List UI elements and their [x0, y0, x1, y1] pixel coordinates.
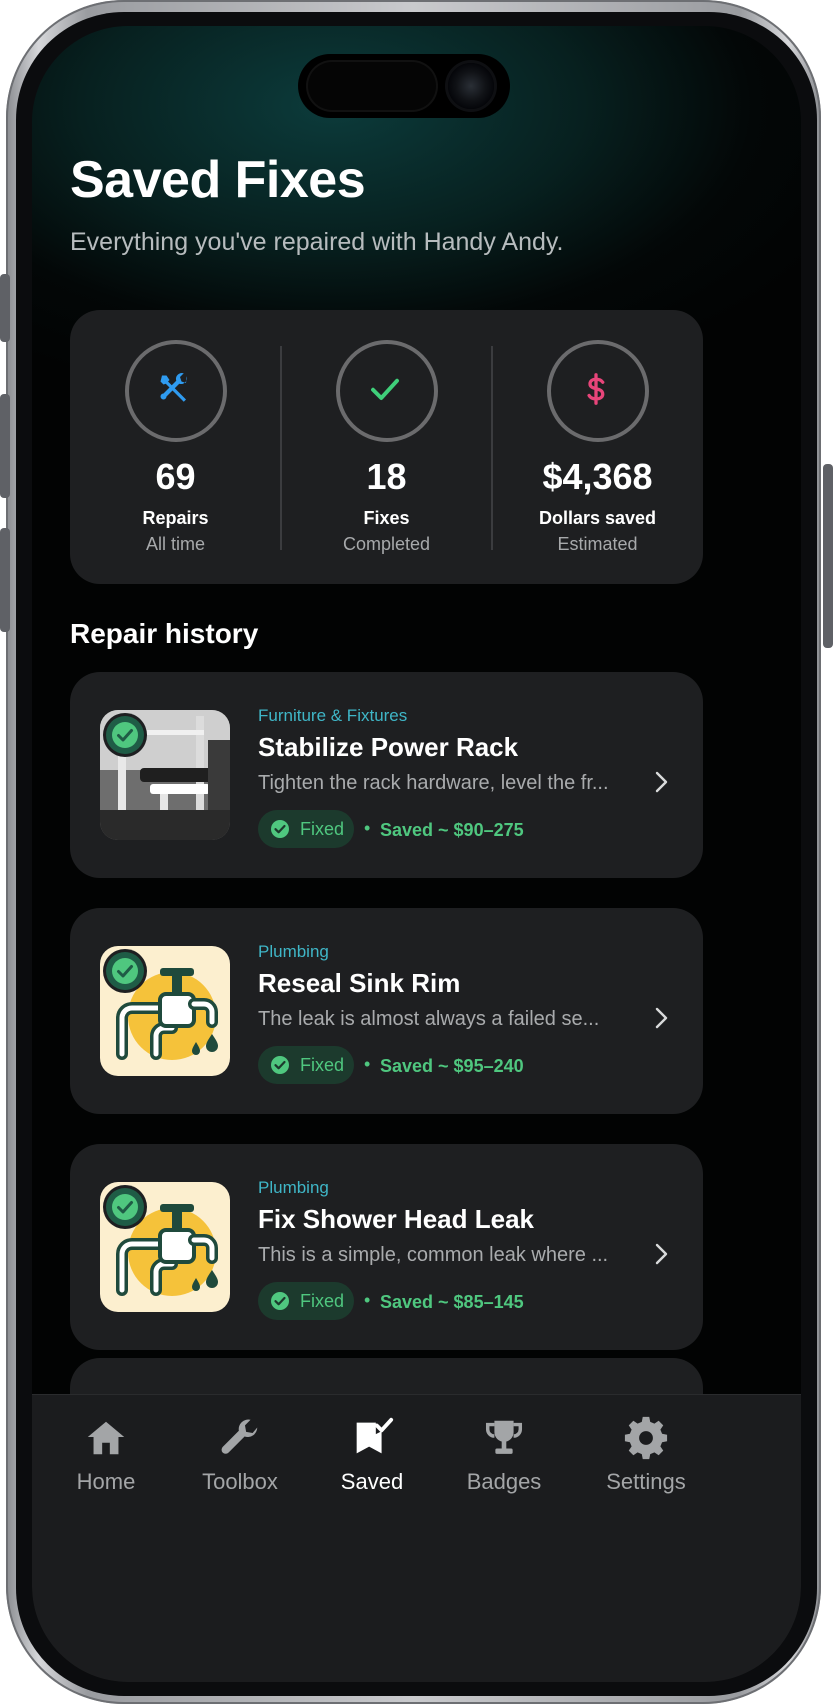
check-circle-icon: [112, 722, 138, 748]
stat-ring: [336, 340, 438, 442]
check-icon: [371, 378, 399, 400]
tab-badges[interactable]: Badges: [434, 1415, 574, 1495]
wrench-icon: [221, 1419, 258, 1454]
repair-description: The leak is almost always a failed se...: [258, 1008, 600, 1030]
sensor-pill: [308, 62, 436, 110]
volume-down-button: [0, 528, 10, 632]
page-subtitle: Everything you've repaired with Handy An…: [70, 228, 564, 256]
stat-fixes: 18 Fixes Completed: [281, 310, 492, 584]
tab-settings[interactable]: Settings: [576, 1415, 716, 1495]
stat-repairs: 69 Repairs All time: [70, 310, 281, 584]
stat-ring: [125, 340, 227, 442]
repair-card[interactable]: Furniture & Fixtures Stabilize Power Rac…: [70, 672, 703, 878]
stats-card: 69 Repairs All time 18 Fixes Completed $…: [70, 310, 703, 584]
status-text: Fixed: [300, 1291, 345, 1311]
status-badge: Fixed: [258, 1282, 354, 1320]
chevron-right-icon[interactable]: [654, 1242, 670, 1266]
repair-card[interactable]: Plumbing Reseal Sink Rim The leak is alm…: [70, 908, 703, 1114]
tab-label: Settings: [606, 1469, 686, 1494]
repair-category: Plumbing: [258, 942, 329, 961]
tab-label: Toolbox: [202, 1469, 278, 1494]
stat-sublabel: Completed: [342, 534, 431, 554]
separator-dot: •: [364, 1290, 371, 1310]
stat-label: Fixes: [363, 508, 410, 528]
status-text: Fixed: [300, 1055, 345, 1075]
repair-card[interactable]: Plumbing Fix Shower Head Leak This is a …: [70, 1144, 703, 1350]
status-badge: Fixed: [258, 810, 354, 848]
repair-title: Stabilize Power Rack: [258, 732, 519, 762]
tab-label: Badges: [466, 1469, 542, 1494]
tab-toolbox[interactable]: Toolbox: [170, 1415, 310, 1495]
screen: Saved Fixes Everything you've repaired w…: [32, 26, 801, 1682]
status-badge: Fixed: [258, 1046, 354, 1084]
chevron-right-icon[interactable]: [654, 770, 670, 794]
stat-value: 69: [155, 456, 196, 497]
separator-dot: •: [364, 818, 371, 838]
stat-label: Repairs: [142, 508, 209, 528]
saved-flag-icon: [356, 1417, 394, 1454]
saved-amount: Saved ~ $90–275: [380, 820, 524, 840]
tab-saved[interactable]: Saved: [302, 1415, 442, 1495]
section-title: Repair history: [70, 618, 259, 649]
saved-amount: Saved ~ $85–145: [380, 1292, 524, 1312]
check-circle-icon: [271, 820, 289, 838]
stat-value: 18: [366, 456, 407, 497]
volume-up-button: [0, 394, 10, 498]
tab-home[interactable]: Home: [36, 1415, 176, 1495]
tab-label: Saved: [340, 1469, 404, 1494]
stat-value: $4,368: [542, 456, 653, 497]
page-title: Saved Fixes: [70, 151, 366, 209]
check-circle-icon: [271, 1292, 289, 1310]
separator-dot: •: [364, 1054, 371, 1074]
repair-category: Plumbing: [258, 1178, 329, 1197]
status-text: Fixed: [300, 819, 345, 839]
chevron-right-icon[interactable]: [654, 1006, 670, 1030]
check-circle-icon: [112, 958, 138, 984]
action-button: [0, 274, 10, 342]
stat-label: Dollars saved: [538, 508, 657, 528]
home-icon: [87, 1421, 125, 1455]
stat-sublabel: Estimated: [557, 534, 638, 554]
fixed-check-badge: [106, 952, 144, 990]
stat-ring: [547, 340, 649, 442]
trophy-icon: [485, 1420, 523, 1454]
power-button: [823, 464, 833, 648]
repair-title: Reseal Sink Rim: [258, 968, 461, 998]
repair-description: This is a simple, common leak where ...: [258, 1244, 609, 1266]
stat-dollars-saved: $4,368 Dollars saved Estimated: [492, 310, 703, 584]
tab-label: Home: [76, 1469, 136, 1494]
saved-amount: Saved ~ $95–240: [380, 1056, 524, 1076]
check-circle-icon: [271, 1056, 289, 1074]
fixed-check-badge: [106, 1188, 144, 1226]
fixed-check-badge: [106, 716, 144, 754]
tab-bar: Home Toolbox Saved Badges Settings: [32, 1394, 801, 1682]
repair-category: Furniture & Fixtures: [258, 706, 408, 725]
dollar-icon: [587, 373, 605, 405]
stat-sublabel: All time: [145, 534, 205, 554]
repair-title: Fix Shower Head Leak: [258, 1204, 534, 1234]
wrench-screwdriver-icon: [160, 372, 188, 402]
repair-description: Tighten the rack hardware, level the fr.…: [258, 772, 609, 794]
gear-icon: [624, 1416, 668, 1460]
check-circle-icon: [112, 1194, 138, 1220]
camera-icon: [448, 63, 494, 109]
dynamic-island: [298, 54, 510, 118]
